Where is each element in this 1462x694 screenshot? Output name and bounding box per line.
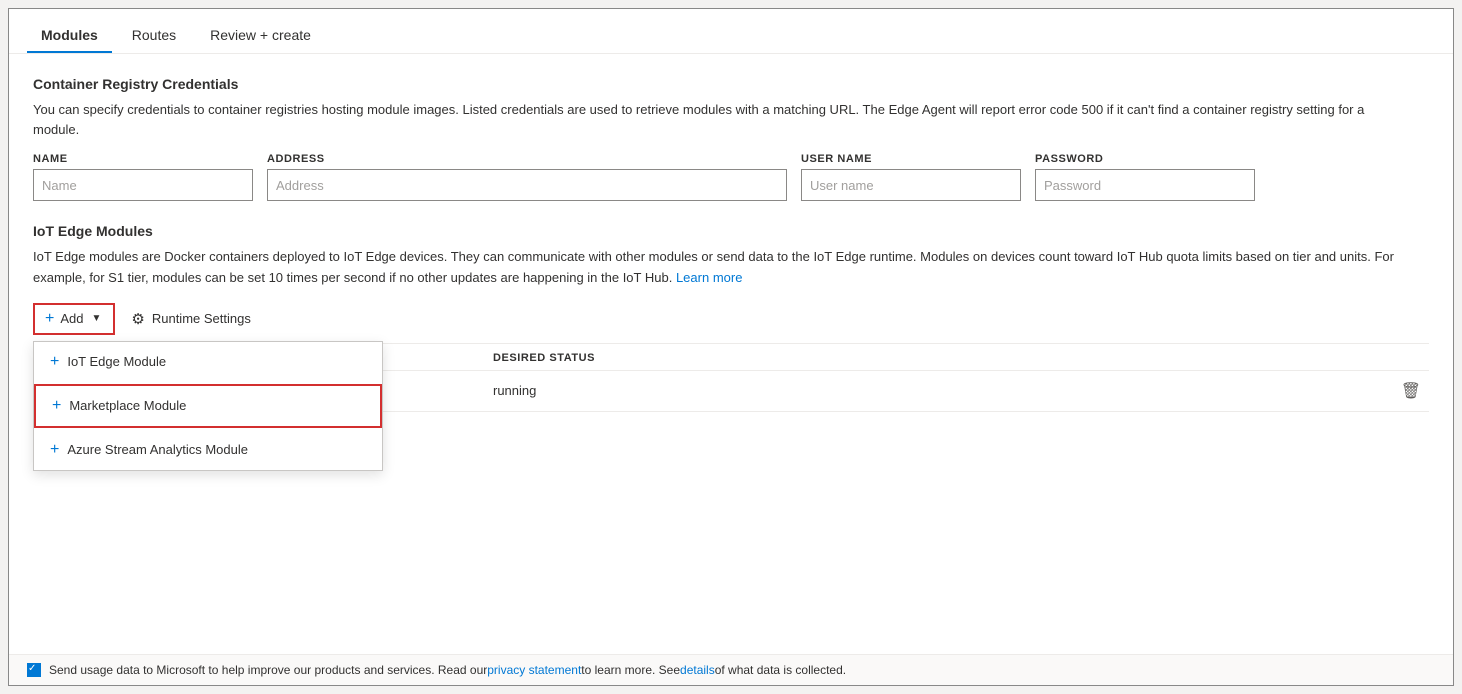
tab-review-create[interactable]: Review + create xyxy=(196,19,325,53)
username-field-group: USER NAME xyxy=(801,153,1021,201)
dropdown-item-marketplace-module[interactable]: + Marketplace Module xyxy=(34,384,382,428)
add-button[interactable]: + Add ▼ xyxy=(33,303,115,335)
dropdown-item-label-3: Azure Stream Analytics Module xyxy=(67,442,248,457)
dropdown-item-label-2: Marketplace Module xyxy=(69,398,186,413)
iot-edge-modules-title: IoT Edge Modules xyxy=(33,223,1429,239)
username-label: USER NAME xyxy=(801,153,1021,165)
address-label: ADDRESS xyxy=(267,153,787,165)
add-dropdown: + IoT Edge Module + Marketplace Module +… xyxy=(33,341,383,471)
details-link[interactable]: details xyxy=(680,663,715,677)
usage-data-checkbox[interactable] xyxy=(27,663,41,677)
footer-text-after: of what data is collected. xyxy=(715,663,846,677)
iot-edge-modules-section: IoT Edge Modules IoT Edge modules are Do… xyxy=(33,223,1429,412)
address-field-group: ADDRESS xyxy=(267,153,787,201)
col-header-status: DESIRED STATUS xyxy=(493,352,1379,364)
password-label: PASSWORD xyxy=(1035,153,1255,165)
add-row: + Add ▼ ⚙ Runtime Settings + IoT Edge Mo… xyxy=(33,303,1429,335)
add-button-label: Add xyxy=(60,311,83,326)
footer-text-before: Send usage data to Microsoft to help imp… xyxy=(49,663,487,677)
runtime-settings-label: Runtime Settings xyxy=(152,311,251,326)
chevron-down-icon: ▼ xyxy=(91,313,101,324)
container-registry-section: Container Registry Credentials You can s… xyxy=(33,76,1429,201)
footer-bar: Send usage data to Microsoft to help imp… xyxy=(9,654,1453,685)
add-plus-icon: + xyxy=(45,311,54,327)
col-header-actions xyxy=(1379,352,1429,364)
container-registry-title: Container Registry Credentials xyxy=(33,76,1429,92)
tab-modules[interactable]: Modules xyxy=(27,19,112,53)
username-input[interactable] xyxy=(801,169,1021,201)
dropdown-item-azure-stream-analytics[interactable]: + Azure Stream Analytics Module xyxy=(34,430,382,470)
dropdown-item-iot-edge-module[interactable]: + IoT Edge Module xyxy=(34,342,382,382)
dropdown-item-label-1: IoT Edge Module xyxy=(67,354,166,369)
container-registry-description: You can specify credentials to container… xyxy=(33,100,1413,139)
password-field-group: PASSWORD xyxy=(1035,153,1255,201)
row-desired-status: running xyxy=(493,383,1379,398)
item-plus-icon-1: + xyxy=(50,353,59,371)
address-input[interactable] xyxy=(267,169,787,201)
name-label: NAME xyxy=(33,153,253,165)
gear-icon: ⚙ xyxy=(131,310,144,328)
iot-edge-modules-description: IoT Edge modules are Docker containers d… xyxy=(33,247,1413,289)
privacy-statement-link[interactable]: privacy statement xyxy=(487,663,581,677)
password-input[interactable] xyxy=(1035,169,1255,201)
item-plus-icon-2: + xyxy=(52,397,61,415)
row-actions: 🗑 xyxy=(1379,381,1429,401)
name-field-group: NAME xyxy=(33,153,253,201)
registry-fields-row: NAME ADDRESS USER NAME PASSWORD xyxy=(33,153,1429,201)
runtime-settings-button[interactable]: ⚙ Runtime Settings xyxy=(131,303,250,335)
footer-text-middle: to learn more. See xyxy=(581,663,680,677)
tabs-bar: Modules Routes Review + create xyxy=(9,9,1453,54)
delete-row-button[interactable]: 🗑 xyxy=(1393,381,1429,401)
name-input[interactable] xyxy=(33,169,253,201)
learn-more-link[interactable]: Learn more xyxy=(676,270,742,285)
item-plus-icon-3: + xyxy=(50,441,59,459)
tab-routes[interactable]: Routes xyxy=(118,19,190,53)
